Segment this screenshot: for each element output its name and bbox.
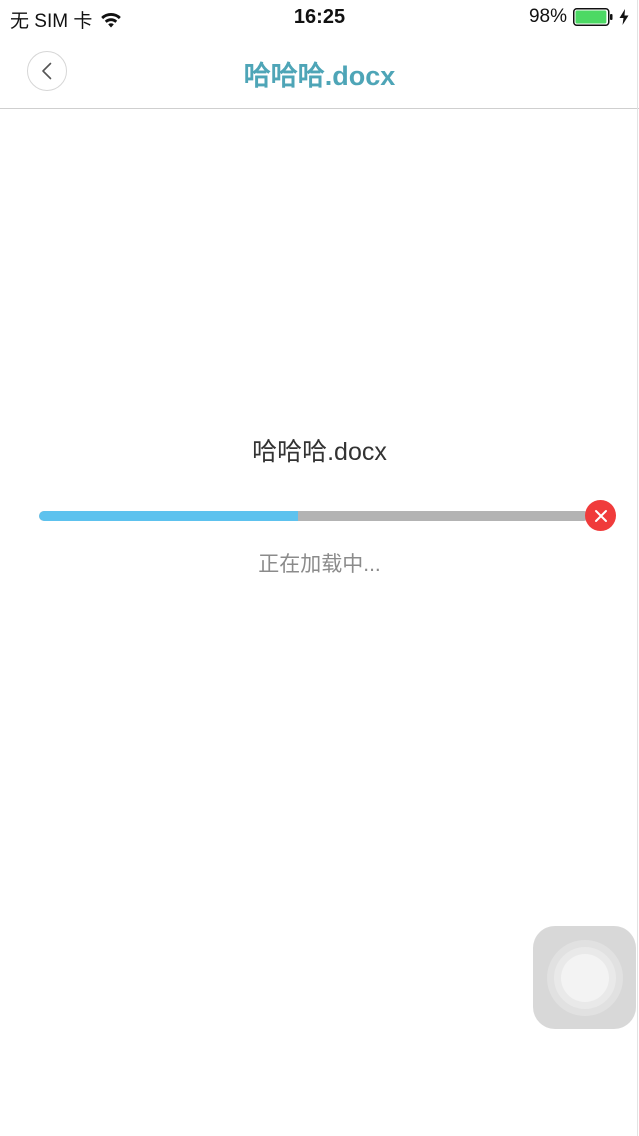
loading-file-name: 哈哈哈.docx <box>252 438 387 466</box>
loading-status-text: 正在加载中... <box>258 553 381 576</box>
navigation-bar: 哈哈哈.docx <box>0 36 639 109</box>
assistive-touch-icon <box>546 939 623 1016</box>
battery-icon <box>573 8 613 26</box>
status-right: 98% <box>529 6 629 28</box>
battery-percent: 98% <box>528 6 567 27</box>
page-title: 哈哈哈.docx <box>243 61 396 91</box>
progress-bar <box>39 511 589 521</box>
assistive-touch-button[interactable] <box>533 926 636 1029</box>
cancel-loading-button[interactable] <box>585 500 616 531</box>
status-bar: 无 SIM 卡 16:25 98% <box>0 0 639 36</box>
charging-bolt-icon <box>619 9 629 25</box>
progress-bar-fill <box>39 511 298 521</box>
close-icon <box>594 509 607 522</box>
